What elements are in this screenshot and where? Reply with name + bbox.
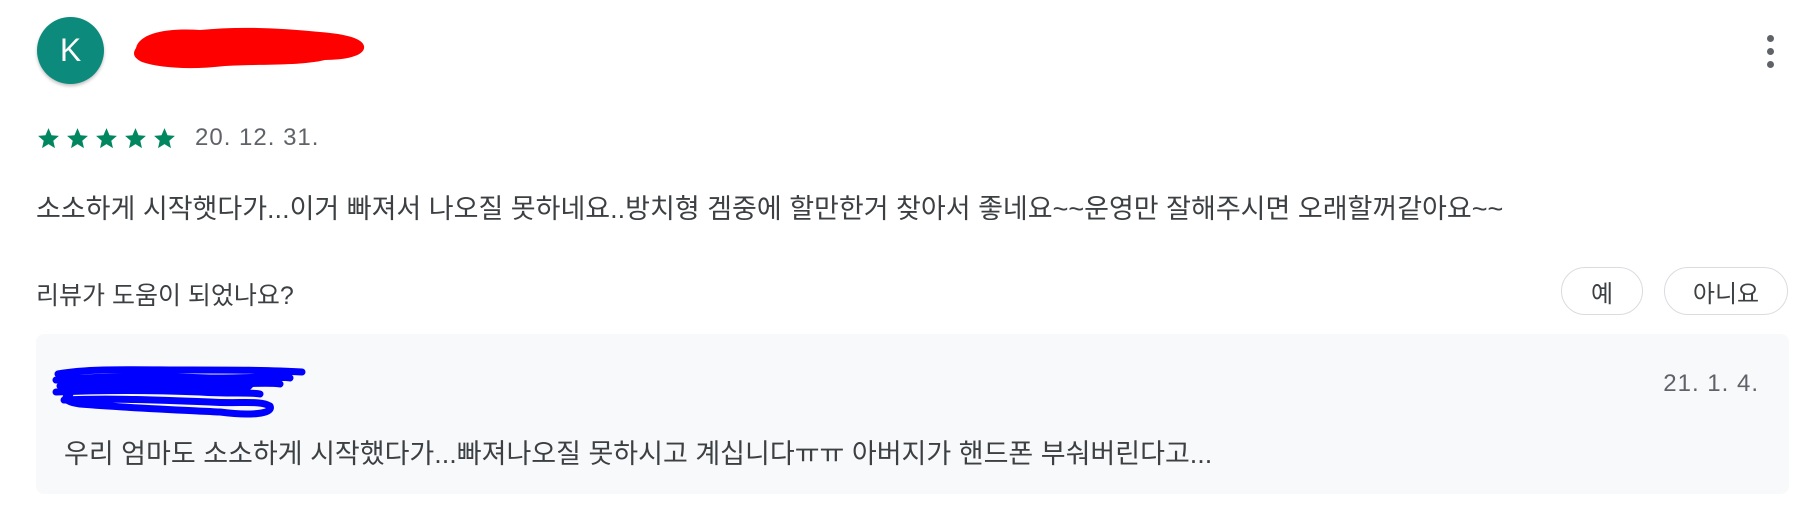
reply-date: 21. 1. 4. (1663, 370, 1759, 397)
helpful-question: 리뷰가 도움이 되었나요? (36, 282, 294, 310)
avatar: K (37, 17, 104, 84)
review-card: K 20. 12. 31. 소소하게 시작햇다가...이거 빠져서 나오질 못하… (0, 0, 1814, 528)
helpful-no-button[interactable]: 아니요 (1664, 267, 1788, 315)
star-rating (36, 126, 177, 151)
star-icon (154, 127, 175, 148)
more-options-icon[interactable] (1757, 32, 1783, 70)
review-date: 20. 12. 31. (195, 124, 320, 151)
star-icon (67, 127, 88, 148)
reply-text: 우리 엄마도 소소하게 시작했다가...빠져나오질 못하시고 계십니다ㅠㅠ 아버… (64, 439, 1213, 469)
helpful-yes-button[interactable]: 예 (1561, 267, 1643, 315)
author-name-redaction (134, 27, 365, 69)
reply-author-redaction (52, 366, 306, 418)
avatar-initial: K (59, 32, 82, 68)
rating-row: 20. 12. 31. (36, 124, 319, 152)
star-icon (125, 127, 146, 148)
developer-reply: 21. 1. 4. 우리 엄마도 소소하게 시작했다가...빠져나오질 못하시고… (36, 334, 1789, 494)
star-icon (96, 127, 117, 148)
star-icon (38, 127, 59, 148)
review-text: 소소하게 시작햇다가...이거 빠져서 나오질 못하네요..방치형 겜중에 할만… (36, 194, 1504, 224)
